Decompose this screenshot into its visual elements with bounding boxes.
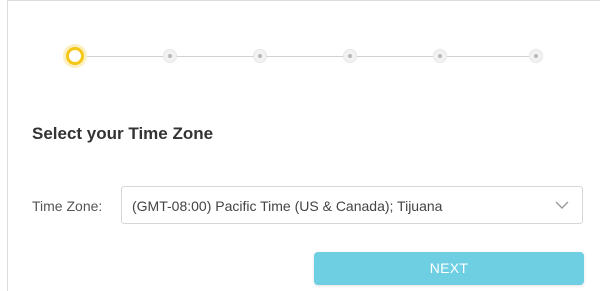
step-connector: [266, 56, 344, 57]
next-button[interactable]: NEXT: [314, 252, 584, 285]
timezone-selected-value: (GMT-08:00) Pacific Time (US & Canada); …: [132, 198, 443, 214]
step-connector: [176, 56, 254, 57]
step-3-indicator: [253, 49, 267, 63]
step-5-indicator: [433, 49, 447, 63]
step-connector: [356, 56, 434, 57]
page-title: Select your Time Zone: [32, 124, 214, 143]
step-4-indicator: [343, 49, 357, 63]
timezone-select[interactable]: (GMT-08:00) Pacific Time (US & Canada); …: [121, 186, 583, 224]
step-2-indicator: [163, 49, 177, 63]
step-connector: [446, 56, 529, 57]
chevron-down-icon: [555, 201, 569, 209]
wizard-progress-stepper: [0, 0, 600, 110]
timezone-label: Time Zone:: [32, 198, 103, 214]
step-connector: [82, 56, 164, 57]
step-6-indicator: [529, 49, 543, 63]
step-1-indicator: [66, 47, 84, 65]
